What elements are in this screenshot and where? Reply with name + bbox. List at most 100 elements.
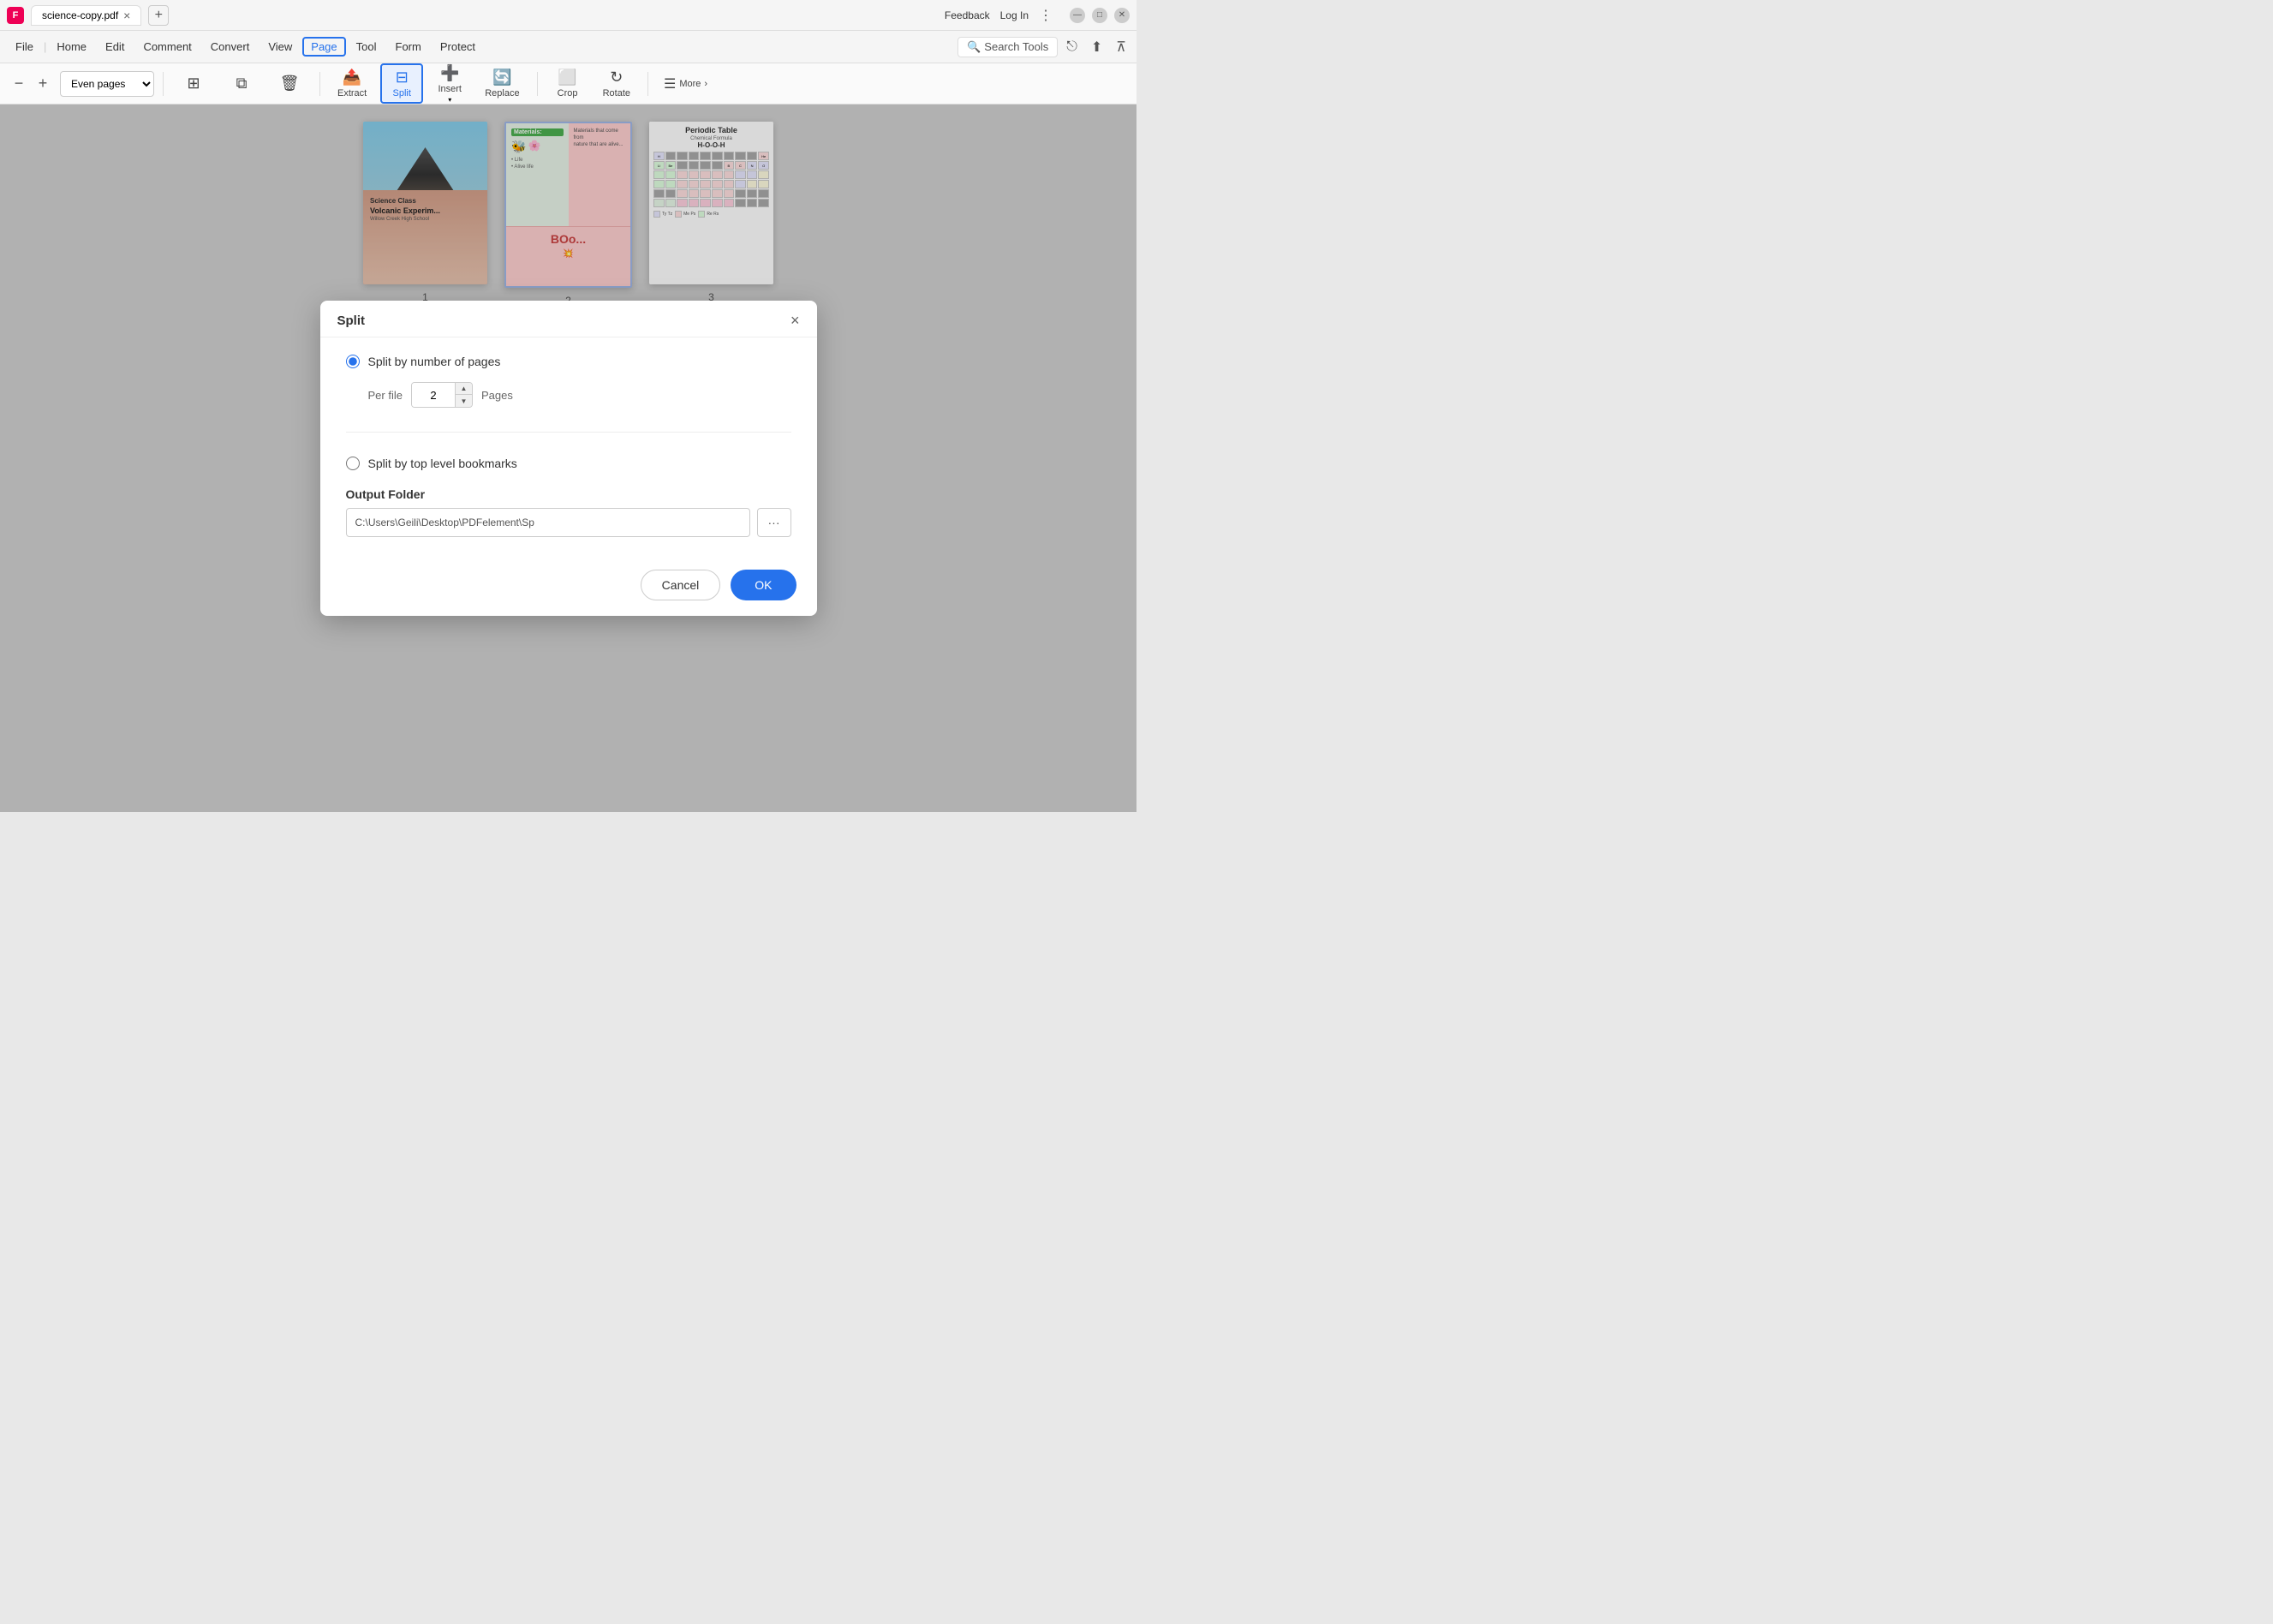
spinner-buttons: ▲ ▼ [455,383,472,407]
app-icon: F [7,7,24,24]
folder-path-input[interactable] [346,508,750,537]
split-by-bookmarks-radio[interactable] [346,457,360,470]
option-divider [346,432,791,433]
main-content: Science Class Volcanic Experim... Willow… [0,104,1136,812]
more-arrow-icon: › [704,79,707,89]
zoom-out-button[interactable]: − [7,72,31,96]
split-by-bookmarks-option[interactable]: Split by top level bookmarks [346,457,791,470]
spin-down-button[interactable]: ▼ [455,395,472,407]
split-label: Split [393,88,411,99]
search-tools-button[interactable]: 🔍 Search Tools [958,37,1058,57]
split-options-group: Split by number of pages Per file ▲ ▼ Pa… [346,355,791,470]
more-options-icon[interactable]: ⋮ [1039,7,1053,24]
rotate-icon: ↻ [610,69,623,87]
page-select-dropdown[interactable]: Even pages All pages Odd pages [60,71,154,97]
extract-icon: 📤 [343,69,361,87]
replace-button[interactable]: 🔄 Replace [476,65,528,102]
organize-icon-button[interactable]: ⊞ [172,71,215,96]
window-controls: — □ ✕ [1070,8,1130,23]
cloud-upload-icon[interactable]: ⬆ [1088,37,1106,57]
external-link-icon[interactable]: ⎋ [1063,38,1081,57]
insert-button[interactable]: ➕ Insert ▾ [428,61,471,107]
toolbar: − + Even pages All pages Odd pages ⊞ ⧉ 🗑… [0,63,1136,104]
rotate-label: Rotate [603,88,630,99]
tab-close-button[interactable]: × [123,9,130,21]
login-button[interactable]: Log In [1000,9,1029,21]
title-bar-right: Feedback Log In ⋮ — □ ✕ [945,7,1130,24]
dialog-overlay: Split × Split by number of pages Per fil… [0,104,1136,812]
spin-up-button[interactable]: ▲ [455,383,472,395]
more-menu-icon: ☰ [664,75,676,93]
dialog-close-button[interactable]: × [790,313,800,328]
insert-dropdown-icon: ▾ [448,96,451,104]
dialog-title: Split [337,313,366,328]
menu-edit[interactable]: Edit [97,37,133,57]
new-tab-button[interactable]: + [148,5,169,26]
replace-icon: 🔄 [492,69,511,87]
menu-bar-right: ⎋ ⬆ ⊼ [1063,37,1130,57]
pages-per-file-input[interactable] [412,383,455,407]
split-by-bookmarks-label: Split by top level bookmarks [368,457,517,470]
menu-view[interactable]: View [260,37,301,57]
crop-icon: ⬜ [558,69,576,87]
menu-protect[interactable]: Protect [432,37,484,57]
split-by-pages-label: Split by number of pages [368,355,501,368]
menu-page[interactable]: Page [302,37,345,57]
crop-label: Crop [558,88,578,99]
split-by-pages-option[interactable]: Split by number of pages [346,355,791,368]
menu-comment[interactable]: Comment [134,37,200,57]
split-button[interactable]: ⊟ Split [380,63,423,104]
title-bar-left: F science-copy.pdf × + [7,5,945,26]
ok-button[interactable]: OK [731,570,796,600]
cancel-button[interactable]: Cancel [641,570,721,600]
toolbar-separator-4 [647,72,648,96]
output-folder-heading: Output Folder [346,487,791,501]
feedback-button[interactable]: Feedback [945,9,990,21]
dialog-header: Split × [320,301,817,337]
organize-icon: ⊞ [187,75,200,93]
menu-home[interactable]: Home [48,37,95,57]
duplicate-icon-button[interactable]: ⧉ [220,71,263,96]
close-window-button[interactable]: ✕ [1114,8,1130,23]
tab[interactable]: science-copy.pdf × [31,5,141,26]
toolbar-separator-3 [537,72,538,96]
split-icon: ⊟ [396,69,409,87]
per-file-label: Per file [368,389,403,402]
zoom-in-button[interactable]: + [31,72,55,96]
search-icon: 🔍 [967,40,981,54]
collapse-icon[interactable]: ⊼ [1113,37,1130,57]
search-tools-label: Search Tools [984,40,1048,53]
extract-button[interactable]: 📤 Extract [329,65,375,102]
delete-icon-button[interactable]: 🗑 [268,71,311,96]
per-file-row: Per file ▲ ▼ Pages [368,382,791,408]
replace-label: Replace [485,88,519,99]
title-bar: F science-copy.pdf × + Feedback Log In ⋮… [0,0,1136,31]
menu-tool[interactable]: Tool [348,37,385,57]
more-button[interactable]: ☰ More › [657,72,714,96]
folder-input-row: ··· [346,508,791,537]
pages-per-file-input-wrap: ▲ ▼ [411,382,473,408]
maximize-button[interactable]: □ [1092,8,1107,23]
dialog-footer: Cancel OK [320,558,817,616]
menu-bar: File | Home Edit Comment Convert View Pa… [0,31,1136,63]
toolbar-separator-1 [163,72,164,96]
rotate-button[interactable]: ↻ Rotate [594,65,639,102]
minimize-button[interactable]: — [1070,8,1085,23]
menu-file[interactable]: File [7,37,42,57]
dialog-body: Split by number of pages Per file ▲ ▼ Pa… [320,337,817,558]
insert-icon: ➕ [440,64,459,82]
menu-convert[interactable]: Convert [202,37,259,57]
folder-browse-button[interactable]: ··· [757,508,791,537]
toolbar-separator-2 [319,72,320,96]
duplicate-icon: ⧉ [236,75,248,93]
extract-label: Extract [337,88,367,99]
zoom-controls: − + [7,72,55,96]
pages-label: Pages [481,389,513,402]
tab-title: science-copy.pdf [42,9,118,21]
delete-icon: 🗑 [280,75,300,93]
more-label: More [679,79,701,89]
output-folder-section: Output Folder ··· [346,487,791,537]
menu-form[interactable]: Form [387,37,430,57]
crop-button[interactable]: ⬜ Crop [546,65,589,102]
split-by-pages-radio[interactable] [346,355,360,368]
